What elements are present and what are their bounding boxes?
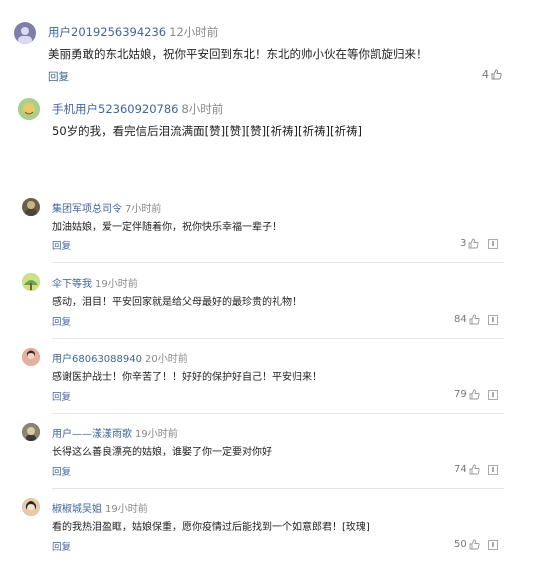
- username-text[interactable]: 手机用户52360920786: [52, 102, 178, 116]
- like-count: 84: [454, 314, 467, 325]
- report-icon[interactable]: [488, 390, 498, 400]
- username-text[interactable]: 用户68063088940: [52, 354, 142, 365]
- avatar[interactable]: [22, 348, 40, 366]
- reply-button[interactable]: 回复: [52, 389, 71, 403]
- comment-username[interactable]: 伞下等我 19小时前: [52, 275, 138, 290]
- thumbs-up-icon: [491, 69, 502, 80]
- comment-username[interactable]: 集团军项总司令 7小时前: [52, 200, 161, 215]
- like-count: 79: [454, 389, 467, 400]
- comment-username[interactable]: 手机用户52360920786 8小时前: [52, 101, 223, 117]
- divider: [52, 413, 504, 414]
- comment-item: 集团军项总司令 7小时前 加油姑娘，爱一定伴随着你，祝你快乐幸福一辈子！ 回复 3: [0, 190, 550, 265]
- avatar[interactable]: [14, 22, 36, 44]
- comment-item: 手机用户52360920786 8小时前 50岁的我，看完信后泪流满面[赞][赞]…: [0, 90, 550, 190]
- comment-text: 50岁的我，看完信后泪流满面[赞][赞][赞][祈祷][祈祷][祈祷]: [52, 124, 362, 138]
- avatar[interactable]: [18, 98, 40, 120]
- comment-time: 19小时前: [135, 429, 178, 440]
- comment-text: 感动，泪目！平安回家就是给父母最好的最珍贵的礼物！: [52, 297, 302, 308]
- username-text[interactable]: 集团军项总司令: [52, 204, 122, 215]
- comment-item: 椒椒城吴姐 19小时前 看的我热泪盈眶，姑娘保重，愿你疫情过后能找到一个如意郎君！…: [0, 490, 550, 562]
- thumbs-up-icon: [469, 314, 480, 325]
- reply-button[interactable]: 回复: [48, 69, 69, 84]
- avatar[interactable]: [22, 498, 40, 516]
- thumbs-up-icon: [469, 539, 480, 550]
- comment-username[interactable]: 椒椒城吴姐 19小时前: [52, 500, 148, 515]
- comment-time: 12小时前: [169, 25, 219, 39]
- comment-item: 伞下等我 19小时前 感动，泪目！平安回家就是给父母最好的最珍贵的礼物！ 回复 8…: [0, 265, 550, 340]
- like-button[interactable]: 3: [460, 238, 479, 249]
- divider: [52, 488, 504, 489]
- report-icon[interactable]: [488, 239, 498, 249]
- like-button[interactable]: 84: [454, 314, 480, 325]
- like-button[interactable]: 4: [482, 68, 502, 81]
- like-count: 4: [482, 68, 489, 81]
- report-icon[interactable]: [488, 315, 498, 325]
- report-icon[interactable]: [488, 465, 498, 475]
- comment-time: 19小时前: [95, 279, 138, 290]
- reply-button[interactable]: 回复: [52, 464, 71, 478]
- comment-text: 加油姑娘，爱一定伴随着你，祝你快乐幸福一辈子！: [52, 222, 282, 233]
- comment-username[interactable]: 用户2019256394236 12小时前: [48, 24, 218, 40]
- avatar[interactable]: [22, 423, 40, 441]
- thumbs-up-icon: [469, 464, 480, 475]
- username-text[interactable]: 椒椒城吴姐: [52, 504, 102, 515]
- comment-time: 19小时前: [105, 504, 148, 515]
- comment-text: 美丽勇敢的东北姑娘，祝你平安回到东北！东北的帅小伙在等你凯旋归来！: [48, 47, 428, 61]
- comment-item: 用户2019256394236 12小时前 美丽勇敢的东北姑娘，祝你平安回到东北！…: [0, 0, 550, 90]
- reply-button[interactable]: 回复: [52, 238, 71, 252]
- comment-time: 7小时前: [125, 204, 162, 215]
- comment-time: 20小时前: [145, 354, 188, 365]
- like-count: 3: [460, 238, 467, 249]
- like-button[interactable]: 74: [454, 464, 480, 475]
- comment-text: 看的我热泪盈眶，姑娘保重，愿你疫情过后能找到一个如意郎君！[玫瑰]: [52, 522, 370, 533]
- username-text[interactable]: 用户2019256394236: [48, 25, 166, 39]
- comment-item: 用户——漾漾雨歌 19小时前 长得这么善良漂亮的姑娘，谁娶了你一定要对你好 回复 …: [0, 415, 550, 490]
- comment-username[interactable]: 用户68063088940 20小时前: [52, 350, 188, 365]
- comment-time: 8小时前: [181, 102, 224, 116]
- thumbs-up-icon: [468, 238, 479, 249]
- like-count: 74: [454, 464, 467, 475]
- comment-item: 用户68063088940 20小时前 感谢医护战士！你辛苦了！！好好的保护好自己…: [0, 340, 550, 415]
- divider: [52, 338, 504, 339]
- reply-button[interactable]: 回复: [52, 539, 71, 553]
- comment-username[interactable]: 用户——漾漾雨歌 19小时前: [52, 425, 178, 440]
- username-text[interactable]: 用户——漾漾雨歌: [52, 429, 132, 440]
- reply-button[interactable]: 回复: [52, 314, 71, 328]
- avatar[interactable]: [22, 198, 40, 216]
- comment-text: 长得这么善良漂亮的姑娘，谁娶了你一定要对你好: [52, 447, 272, 458]
- report-icon[interactable]: [488, 540, 498, 550]
- username-text[interactable]: 伞下等我: [52, 279, 92, 290]
- comment-text: 感谢医护战士！你辛苦了！！好好的保护好自己！平安归来！: [52, 372, 322, 383]
- like-count: 50: [454, 539, 467, 550]
- comment-list: 用户2019256394236 12小时前 美丽勇敢的东北姑娘，祝你平安回到东北！…: [0, 0, 550, 562]
- thumbs-up-icon: [469, 389, 480, 400]
- divider: [52, 262, 504, 263]
- like-button[interactable]: 50: [454, 539, 480, 550]
- like-button[interactable]: 79: [454, 389, 480, 400]
- avatar[interactable]: [22, 273, 40, 291]
